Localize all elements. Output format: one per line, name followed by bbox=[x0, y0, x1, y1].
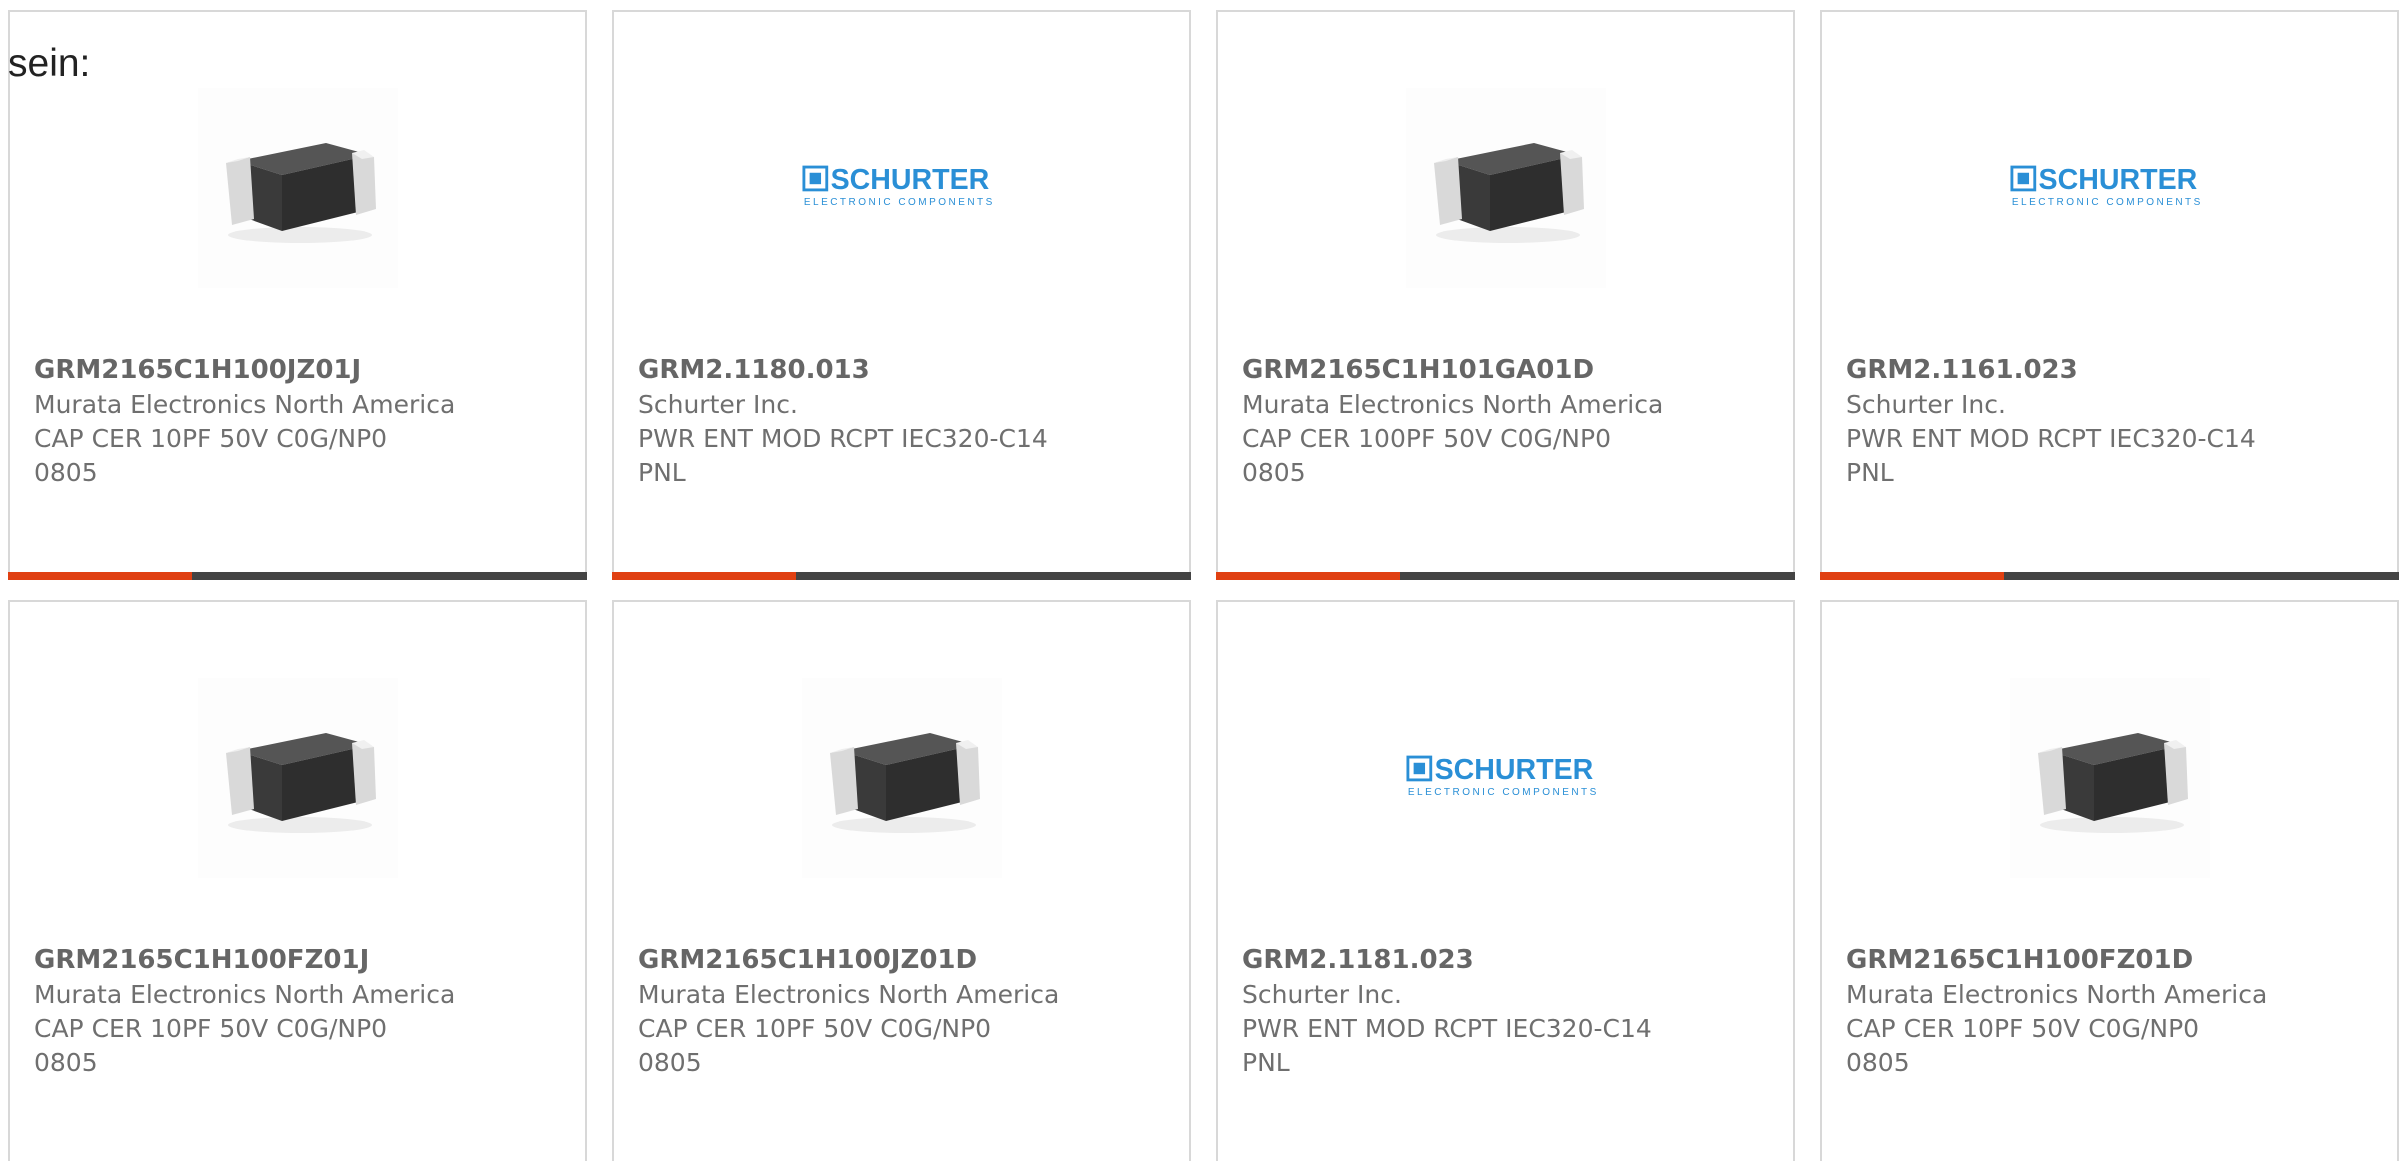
product-card[interactable]: GRM2165C1H100FZ01D Murata Electronics No… bbox=[1820, 600, 2399, 1161]
part-number[interactable]: GRM2.1180.013 bbox=[638, 352, 1165, 388]
manufacturer: Murata Electronics North America bbox=[34, 390, 456, 419]
card-bottom-bar bbox=[612, 572, 1191, 580]
card-bottom-bar bbox=[1216, 572, 1795, 580]
product-info: GRM2165C1H100FZ01J Murata Electronics No… bbox=[34, 942, 561, 1080]
manufacturer: Schurter Inc. bbox=[638, 390, 798, 419]
chip-capacitor-icon bbox=[829, 733, 980, 833]
part-number[interactable]: GRM2165C1H101GA01D bbox=[1242, 352, 1769, 388]
chip-capacitor-image[interactable] bbox=[1405, 88, 1606, 288]
product-info: GRM2.1181.023 Schurter Inc. PWR ENT MOD … bbox=[1242, 942, 1769, 1080]
manufacturer: Schurter Inc. bbox=[1846, 390, 2006, 419]
product-card[interactable]: SCHURTER ELECTRONIC COMPONENTS GRM2.1180.… bbox=[612, 10, 1191, 580]
product-card[interactable]: GRM2165C1H100FZ01J Murata Electronics No… bbox=[8, 600, 587, 1161]
product-info: GRM2165C1H100JZ01J Murata Electronics No… bbox=[34, 352, 561, 490]
product-info: GRM2165C1H100FZ01D Murata Electronics No… bbox=[1846, 942, 2373, 1080]
svg-text:ELECTRONIC COMPONENTS: ELECTRONIC COMPONENTS bbox=[1407, 787, 1598, 798]
product-card[interactable]: GRM2165C1H100JZ01D Murata Electronics No… bbox=[612, 600, 1191, 1161]
manufacturer: Murata Electronics North America bbox=[1242, 390, 1664, 419]
schurter-logo[interactable]: SCHURTER ELECTRONIC COMPONENTS bbox=[801, 88, 1002, 288]
svg-text:SCHURTER: SCHURTER bbox=[2038, 164, 2197, 196]
schurter-logo[interactable]: SCHURTER ELECTRONIC COMPONENTS bbox=[1405, 678, 1606, 878]
card-accent-bar bbox=[8, 572, 192, 580]
product-info: GRM2.1161.023 Schurter Inc. PWR ENT MOD … bbox=[1846, 352, 2373, 490]
description: PWR ENT MOD RCPT IEC320-C14 PNL bbox=[1242, 1014, 1652, 1077]
schurter-logo-icon: SCHURTERELECTRONIC COMPONENTS bbox=[2009, 164, 2202, 208]
card-bottom-bar bbox=[1820, 572, 2399, 580]
schurter-logo-icon: SCHURTERELECTRONIC COMPONENTS bbox=[1405, 754, 1598, 798]
description: CAP CER 100PF 50V C0G/NP0 0805 bbox=[1242, 424, 1611, 487]
card-bottom-bar bbox=[8, 572, 587, 580]
chip-capacitor-icon bbox=[2037, 733, 2188, 833]
product-card[interactable]: GRM2165C1H100JZ01J Murata Electronics No… bbox=[8, 10, 587, 580]
product-card[interactable]: SCHURTER ELECTRONIC COMPONENTS GRM2.1181.… bbox=[1216, 600, 1795, 1161]
manufacturer: Murata Electronics North America bbox=[34, 980, 456, 1009]
chip-capacitor-icon bbox=[225, 143, 376, 243]
part-number[interactable]: GRM2165C1H100FZ01J bbox=[34, 942, 561, 978]
schurter-logo[interactable]: SCHURTER ELECTRONIC COMPONENTS bbox=[2009, 88, 2210, 288]
part-number[interactable]: GRM2.1161.023 bbox=[1846, 352, 2373, 388]
schurter-logo-icon: SCHURTERELECTRONIC COMPONENTS bbox=[801, 164, 994, 208]
part-number[interactable]: GRM2165C1H100FZ01D bbox=[1846, 942, 2373, 978]
manufacturer: Murata Electronics North America bbox=[1846, 980, 2268, 1009]
card-accent-bar bbox=[612, 572, 796, 580]
product-info: GRM2165C1H100JZ01D Murata Electronics No… bbox=[638, 942, 1165, 1080]
description: CAP CER 10PF 50V C0G/NP0 0805 bbox=[1846, 1014, 2200, 1077]
chip-capacitor-image[interactable] bbox=[197, 678, 398, 878]
svg-text:ELECTRONIC COMPONENTS: ELECTRONIC COMPONENTS bbox=[2011, 197, 2202, 208]
product-card[interactable]: SCHURTER ELECTRONIC COMPONENTS GRM2.1161.… bbox=[1820, 10, 2399, 580]
product-info: GRM2165C1H101GA01D Murata Electronics No… bbox=[1242, 352, 1769, 490]
description: CAP CER 10PF 50V C0G/NP0 0805 bbox=[34, 1014, 388, 1077]
part-number[interactable]: GRM2165C1H100JZ01J bbox=[34, 352, 561, 388]
description: CAP CER 10PF 50V C0G/NP0 0805 bbox=[638, 1014, 992, 1077]
description: PWR ENT MOD RCPT IEC320-C14 PNL bbox=[1846, 424, 2256, 487]
part-number[interactable]: GRM2.1181.023 bbox=[1242, 942, 1769, 978]
chip-capacitor-image[interactable] bbox=[2009, 678, 2210, 878]
chip-capacitor-icon bbox=[1433, 143, 1584, 243]
chip-capacitor-image[interactable] bbox=[801, 678, 1002, 878]
svg-text:SCHURTER: SCHURTER bbox=[1434, 754, 1593, 786]
card-accent-bar bbox=[1820, 572, 2004, 580]
part-number[interactable]: GRM2165C1H100JZ01D bbox=[638, 942, 1165, 978]
product-card[interactable]: GRM2165C1H101GA01D Murata Electronics No… bbox=[1216, 10, 1795, 580]
chip-capacitor-icon bbox=[225, 733, 376, 833]
svg-text:ELECTRONIC COMPONENTS: ELECTRONIC COMPONENTS bbox=[803, 197, 994, 208]
product-info: GRM2.1180.013 Schurter Inc. PWR ENT MOD … bbox=[638, 352, 1165, 490]
description: PWR ENT MOD RCPT IEC320-C14 PNL bbox=[638, 424, 1048, 487]
svg-text:SCHURTER: SCHURTER bbox=[830, 164, 989, 196]
manufacturer: Murata Electronics North America bbox=[638, 980, 1060, 1009]
chip-capacitor-image[interactable] bbox=[197, 88, 398, 288]
product-grid-page: sein: GRM2165C1H100JZ01J Murata Electron… bbox=[0, 0, 2400, 1161]
intro-text: sein: bbox=[8, 42, 91, 85]
card-accent-bar bbox=[1216, 572, 1400, 580]
manufacturer: Schurter Inc. bbox=[1242, 980, 1402, 1009]
description: CAP CER 10PF 50V C0G/NP0 0805 bbox=[34, 424, 388, 487]
